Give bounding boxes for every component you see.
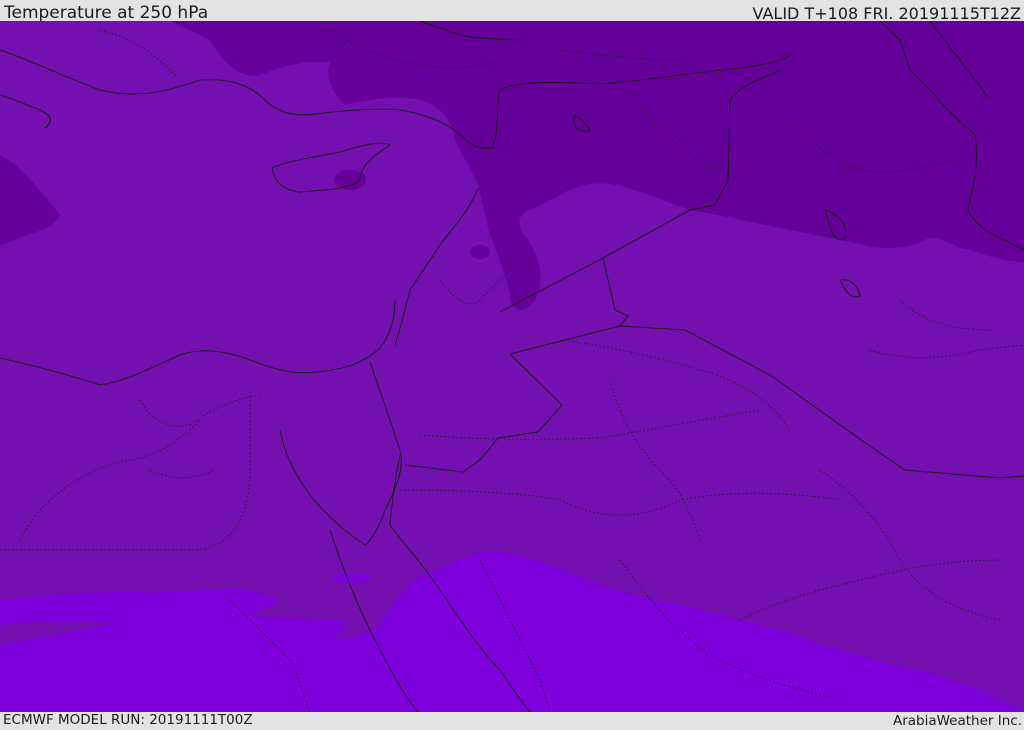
header-bar: Temperature at 250 hPa VALID T+108 FRI. … (0, 0, 1024, 23)
weather-map[interactable] (0, 21, 1024, 712)
warm-blob-west (332, 573, 372, 583)
map-title: Temperature at 250 hPa (4, 3, 209, 23)
model-run-label: ECMWF MODEL RUN: 20191111T00Z (3, 712, 253, 728)
credit-label: ArabiaWeather Inc. (892, 713, 1022, 729)
cold-blob-levant (470, 245, 490, 259)
footer-bar: ECMWF MODEL RUN: 20191111T00Z ArabiaWeat… (0, 712, 1024, 729)
